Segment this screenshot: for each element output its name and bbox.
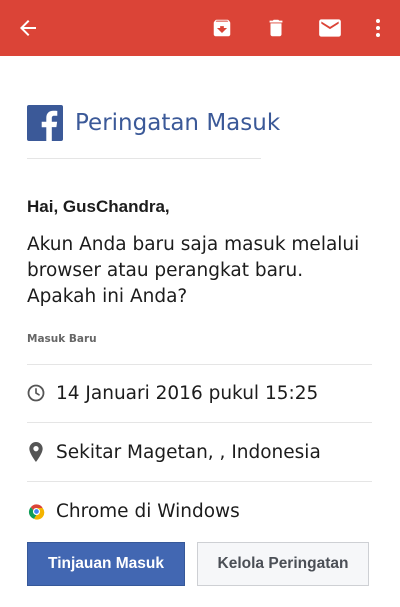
more-vert-icon — [376, 19, 380, 37]
detail-row-browser: Chrome di Windows — [27, 496, 372, 526]
header-divider — [27, 158, 261, 159]
email-header: Peringatan Masuk — [27, 104, 280, 142]
location-pin-icon — [29, 442, 43, 462]
review-login-button[interactable]: Tinjauan Masuk — [27, 542, 185, 586]
delete-button[interactable] — [256, 8, 296, 48]
email-title: Peringatan Masuk — [75, 110, 281, 136]
manage-alerts-button[interactable]: Kelola Peringatan — [197, 542, 369, 586]
chrome-icon — [28, 503, 44, 520]
divider — [27, 364, 372, 365]
mark-unread-button[interactable] — [310, 8, 350, 48]
delete-icon — [269, 19, 283, 37]
login-message: Akun Anda baru saja masuk melalui browse… — [27, 234, 360, 307]
archive-button[interactable] — [202, 8, 242, 48]
login-location: Sekitar Magetan, , Indonesia — [56, 441, 321, 463]
app-bar — [0, 0, 400, 56]
detail-row-location: Sekitar Magetan, , Indonesia — [27, 437, 372, 467]
more-options-button[interactable] — [358, 8, 398, 48]
facebook-logo-icon — [27, 105, 63, 141]
divider — [27, 481, 372, 482]
login-browser: Chrome di Windows — [56, 500, 240, 522]
section-label: Masuk Baru — [27, 333, 97, 345]
mail-icon — [319, 19, 341, 37]
back-arrow-icon — [20, 20, 36, 36]
clock-icon — [27, 384, 45, 402]
detail-row-time: 14 Januari 2016 pukul 15:25 — [27, 378, 372, 408]
back-button[interactable] — [8, 8, 48, 48]
divider — [27, 422, 372, 423]
login-time: 14 Januari 2016 pukul 15:25 — [56, 382, 319, 404]
archive-icon — [213, 19, 231, 37]
greeting: Hai, GusChandra, — [27, 197, 170, 216]
